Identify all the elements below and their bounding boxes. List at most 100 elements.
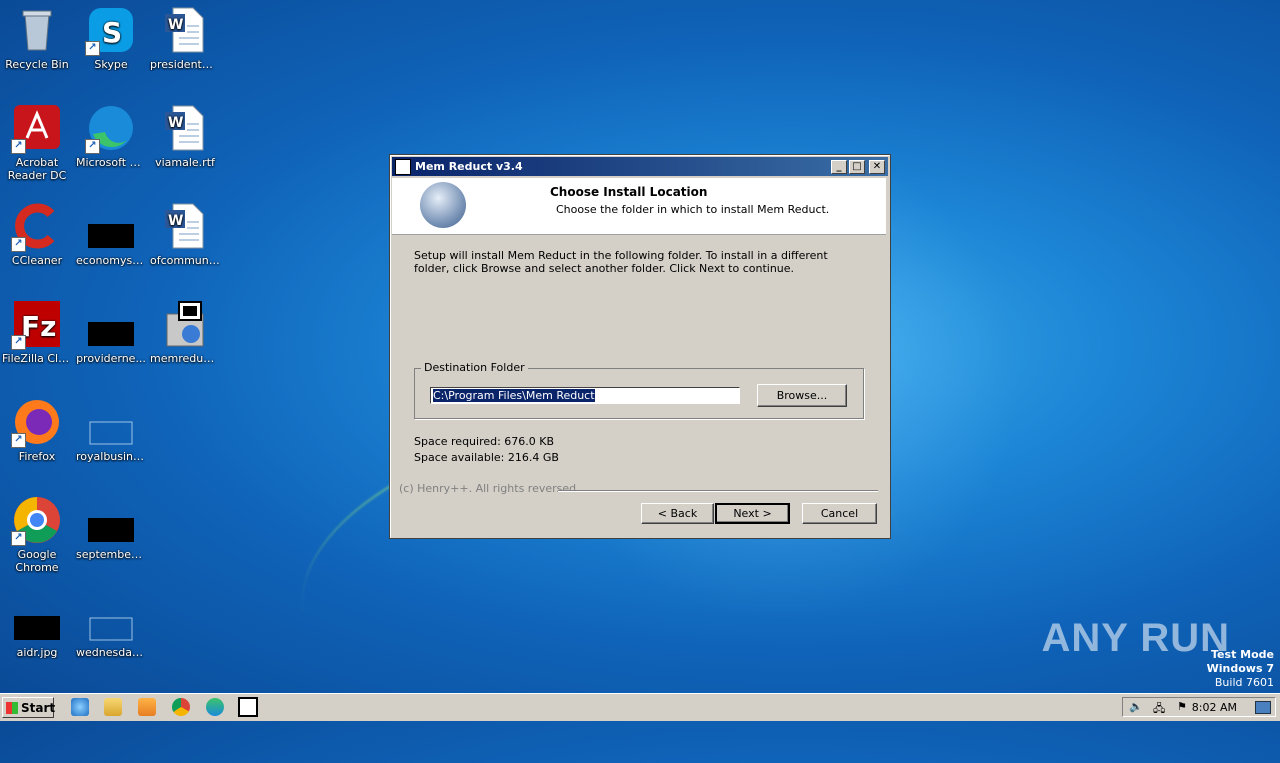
page-title: Choose Install Location	[550, 185, 708, 199]
desktop-icon-label: memreduct...	[150, 352, 222, 365]
desktop-icon-royalbusine[interactable]: royalbusine...	[74, 398, 148, 463]
desktop-icon-label: Google Chrome	[15, 548, 59, 574]
desktop-icon-viamale[interactable]: W viamale.rtf	[148, 104, 222, 169]
space-required: Space required: 676.0 KB	[414, 435, 555, 448]
file-explorer-icon[interactable]	[104, 698, 122, 716]
desktop-icon-label: royalbusine...	[76, 450, 148, 463]
start-label: Start	[21, 701, 56, 715]
svg-text:Fz: Fz	[21, 310, 56, 343]
desktop-icon-ccleaner[interactable]: ↗ CCleaner	[0, 202, 74, 267]
install-description: Setup will install Mem Reduct in the fol…	[414, 249, 828, 275]
mem-reduct-taskbar-icon[interactable]	[238, 697, 258, 717]
desktop-icon-filezilla[interactable]: Fz ↗ FileZilla Client	[0, 300, 74, 365]
network-icon[interactable]: 🖧	[1153, 700, 1165, 719]
file-icon	[87, 300, 135, 348]
space-available: Space available: 216.4 GB	[414, 451, 559, 464]
svg-text:S: S	[102, 16, 122, 49]
browse-button[interactable]: Browse...	[757, 384, 847, 407]
image-file-icon	[13, 594, 61, 642]
wizard-header: Choose Install Location Choose the folde…	[392, 178, 886, 235]
next-button[interactable]: Next >	[715, 503, 790, 524]
file-icon	[87, 398, 135, 446]
desktop-icon-label: economystr...	[76, 254, 148, 267]
install-path-value: C:\Program Files\Mem Reduct	[433, 389, 595, 402]
mem-reduct-logo-icon	[420, 182, 466, 228]
word-document-icon: W	[161, 202, 209, 250]
edge-icon: ↗	[85, 104, 135, 154]
desktop-icon-presidentmr[interactable]: W presidentmr...	[148, 6, 222, 71]
desktop-icon-ofcommunic[interactable]: W ofcommunic...	[148, 202, 222, 267]
desktop-icon-providerne[interactable]: providerne...	[74, 300, 148, 365]
close-button[interactable]: ✕	[869, 159, 885, 174]
footer-divider	[558, 490, 878, 492]
desktop-icon-label: Microsoft Edge	[76, 156, 148, 169]
desktop-icon-label: Recycle Bin	[5, 58, 69, 71]
windows-flag-icon	[6, 702, 18, 714]
maximize-button[interactable]: □	[849, 159, 865, 174]
desktop-icon-firefox[interactable]: ↗ Firefox	[0, 398, 74, 463]
internet-explorer-icon[interactable]	[71, 698, 89, 716]
system-tray: 🔈 🖧 ⚑ 8:02 AM	[1122, 697, 1276, 717]
flag-icon[interactable]: ⚑	[1177, 700, 1187, 713]
desktop-icon-label: septemberv...	[76, 548, 148, 561]
anyrun-watermark: ANY RUN	[1041, 616, 1230, 660]
file-icon	[87, 594, 135, 642]
file-icon	[87, 496, 135, 544]
shortcut-arrow-icon: ↗	[11, 139, 26, 154]
test-mode-label: Test Mode Windows 7 Build 7601	[1207, 648, 1274, 690]
minimize-button[interactable]: _	[831, 159, 847, 174]
install-path-input[interactable]: C:\Program Files\Mem Reduct	[430, 387, 740, 404]
test-mode-line2: Windows 7	[1206, 662, 1274, 675]
desktop-icon-label: CCleaner	[11, 254, 63, 267]
acrobat-icon: ↗	[11, 104, 61, 154]
app-icon	[395, 158, 411, 175]
installer-icon	[161, 300, 209, 348]
show-desktop-button[interactable]	[1255, 701, 1271, 714]
desktop-icon-aidr[interactable]: aidr.jpg	[0, 594, 74, 659]
desktop-icon-label: FileZilla Client	[2, 352, 74, 365]
shortcut-arrow-icon: ↗	[85, 41, 100, 56]
window-titlebar[interactable]: Mem Reduct v3.4 _ □ ✕	[392, 157, 888, 176]
desktop-icon-label: aidr.jpg	[16, 646, 58, 659]
desktop-icon-chrome[interactable]: ↗ Google Chrome	[0, 496, 74, 574]
svg-text:W: W	[168, 213, 183, 229]
desktop-icon-wednesdayv[interactable]: wednesdayv...	[74, 594, 148, 659]
svg-text:W: W	[168, 115, 183, 131]
desktop-icon-label: wednesdayv...	[76, 646, 148, 659]
desktop-icon-economystr[interactable]: economystr...	[74, 202, 148, 267]
desktop-icon-recycle-bin[interactable]: Recycle Bin	[0, 6, 74, 71]
desktop-icon-label: presidentmr...	[150, 58, 222, 71]
page-subtitle: Choose the folder in which to install Me…	[556, 203, 830, 216]
desktop-icon-label: Acrobat Reader DC	[7, 156, 67, 182]
volume-icon[interactable]: 🔈	[1129, 700, 1143, 713]
chrome-taskbar-icon[interactable]	[172, 698, 190, 716]
destination-folder-legend: Destination Folder	[421, 361, 528, 374]
shortcut-arrow-icon: ↗	[11, 531, 26, 546]
test-mode-line1: Test Mode	[1211, 648, 1274, 661]
desktop-icon-septemberv[interactable]: septemberv...	[74, 496, 148, 561]
shortcut-arrow-icon: ↗	[85, 139, 100, 154]
ccleaner-icon: ↗	[11, 202, 61, 252]
word-document-icon: W	[161, 104, 209, 152]
desktop-icon-acrobat[interactable]: ↗ Acrobat Reader DC	[0, 104, 74, 182]
shortcut-arrow-icon: ↗	[11, 433, 26, 448]
back-button[interactable]: < Back	[641, 503, 714, 524]
desktop-icon-edge[interactable]: ↗ Microsoft Edge	[74, 104, 148, 169]
recycle-bin-icon	[13, 6, 61, 54]
desktop-icon-label: Skype	[94, 58, 128, 71]
start-button[interactable]: Start	[2, 697, 56, 718]
edge-taskbar-icon[interactable]	[206, 698, 224, 716]
file-icon	[87, 202, 135, 250]
taskbar: Start 🔈 🖧 ⚑ 8:02 AM	[0, 693, 1280, 721]
cancel-button[interactable]: Cancel	[802, 503, 877, 524]
media-player-icon[interactable]	[138, 698, 156, 716]
desktop-icon-label: Firefox	[18, 450, 56, 463]
copyright-text: (c) Henry++. All rights reversed.	[399, 482, 580, 495]
clock[interactable]: 8:02 AM	[1192, 701, 1237, 714]
desktop-icon-label: providerne...	[76, 352, 146, 365]
destination-folder-group: Destination Folder C:\Program Files\Mem …	[414, 361, 864, 419]
desktop-icon-label: ofcommunic...	[150, 254, 222, 267]
desktop-icon-memreduct[interactable]: memreduct...	[148, 300, 222, 365]
desktop-icon-skype[interactable]: S ↗ Skype	[74, 6, 148, 71]
word-document-icon: W	[161, 6, 209, 54]
